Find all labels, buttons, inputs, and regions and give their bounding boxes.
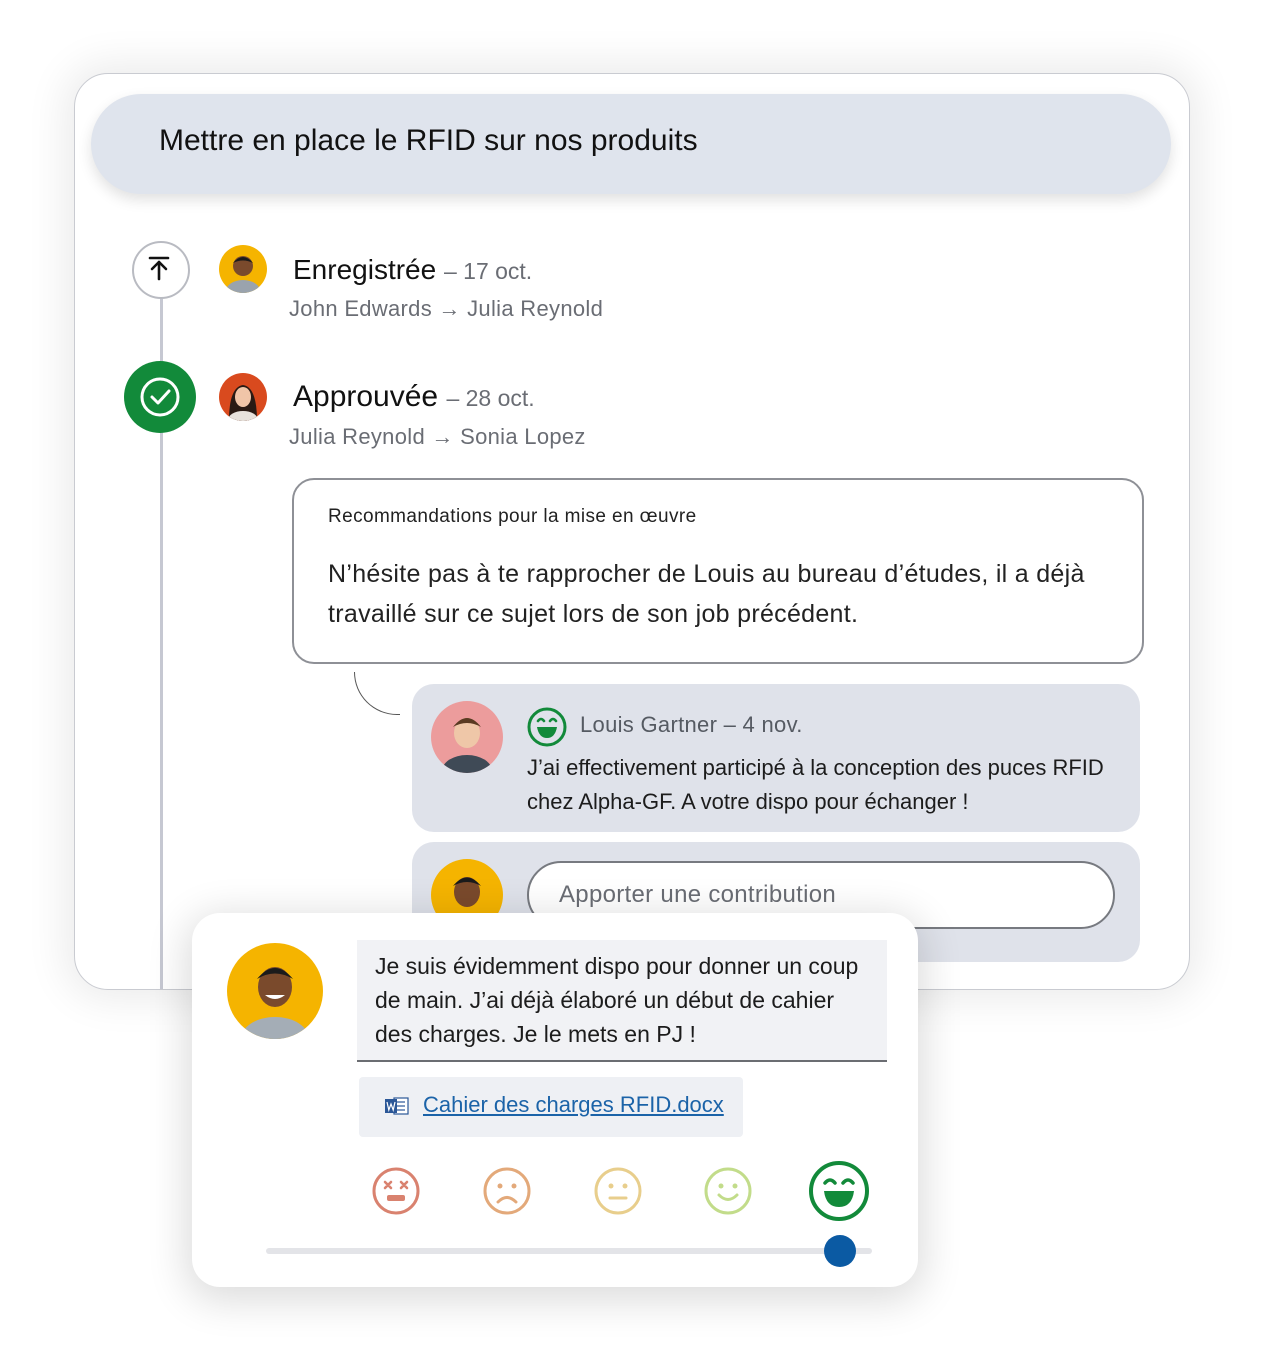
upload-icon [132,241,190,299]
rating-slider-track[interactable] [266,1248,872,1254]
neutral-face-emoji-icon[interactable] [592,1165,644,1222]
smiling-face-emoji-icon[interactable] [702,1165,754,1222]
step-title: Approuvée – 28 oct. [293,380,535,413]
avatar [219,373,267,421]
rating-slider-thumb[interactable] [824,1235,856,1267]
comment-textarea[interactable]: Je suis évidemment dispo pour donner un … [357,940,887,1062]
step-people: Julia Reynold → Sonia Lopez [289,424,586,449]
reply-text: J’ai effectivement participé à la concep… [527,755,1104,814]
avatar [431,701,503,773]
word-document-icon [385,1097,409,1120]
step-title: Enregistrée – 17 oct. [293,254,533,285]
dizzy-face-emoji-icon[interactable] [370,1165,422,1222]
step-people: John Edwards → Julia Reynold [289,296,604,321]
card-header: Mettre en place le RFID sur nos produits [91,94,1171,194]
reply-meta: Louis Gartner – 4 nov. [580,712,803,737]
reply-comment: Louis Gartner – 4 nov. J’ai effectivemen… [412,684,1140,832]
avatar [219,245,267,293]
check-circle-icon [124,361,196,433]
frowning-face-emoji-icon[interactable] [481,1165,533,1222]
recommendation-title: Recommandations pour la mise en œuvre [328,506,697,527]
contribution-placeholder: Apporter une contribution [559,881,837,908]
grinning-face-emoji-icon[interactable] [806,1158,872,1229]
workflow-card: Mettre en place le RFID sur nos produits… [74,73,1190,990]
grinning-emoji-icon [525,705,569,754]
page-title: Mettre en place le RFID sur nos produits [159,124,698,157]
recommendation-box: Recommandations pour la mise en œuvre N’… [292,478,1144,664]
comment-text: Je suis évidemment dispo pour donner un … [375,953,859,1047]
comment-popup: Je suis évidemment dispo pour donner un … [192,913,918,1287]
recommendation-text: N’hésite pas à te rapprocher de Louis au… [328,560,1085,628]
attachment-link[interactable]: Cahier des charges RFID.docx [423,1092,724,1118]
attachment: Cahier des charges RFID.docx [359,1077,743,1137]
avatar [227,943,323,1039]
reply-connector [354,672,400,715]
